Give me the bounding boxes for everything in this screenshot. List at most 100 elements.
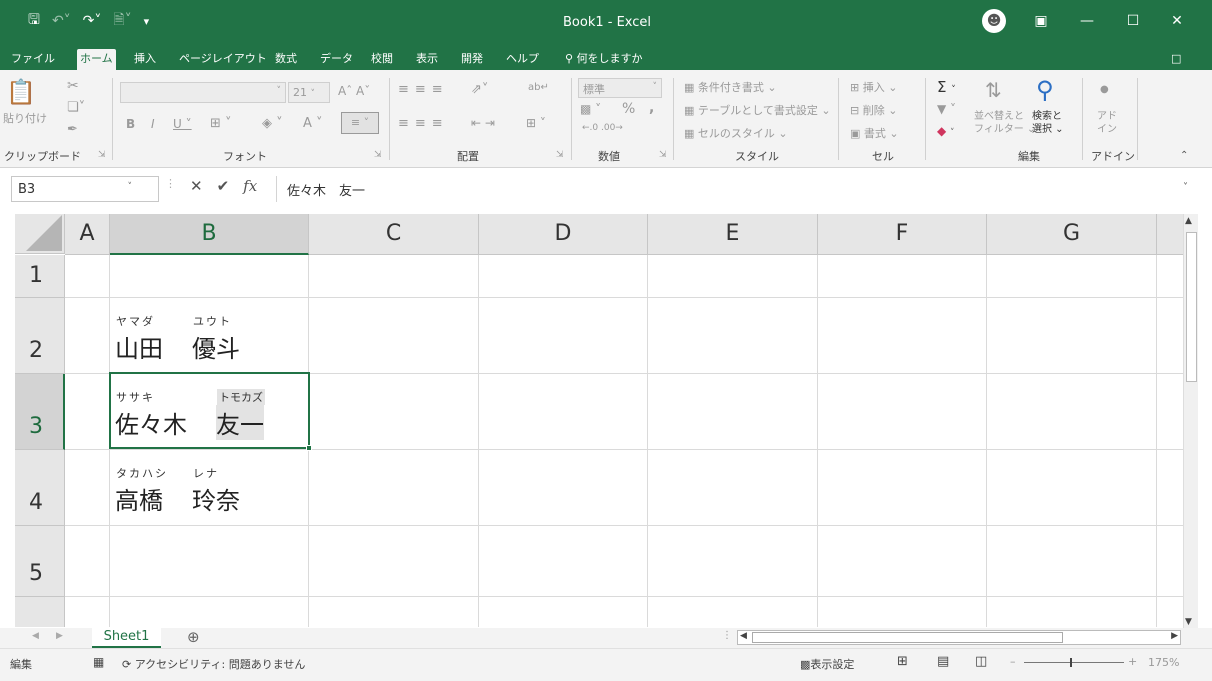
increase-font-icon[interactable]: Aˆ Aˇ [338,84,370,98]
number-format-combobox[interactable]: 標準 ˅ [578,78,662,98]
add-sheet-icon[interactable]: ⊕ [187,628,200,646]
phonetic-guide-icon[interactable]: ≡ ˅ [341,112,379,134]
font-launcher-icon[interactable]: ⇲ [374,150,382,160]
prev-sheet-icon[interactable]: ◀ [32,631,39,641]
cut-icon[interactable]: ✂ [67,78,79,94]
account-avatar-icon[interactable]: ☻ [982,9,1006,33]
font-color-icon[interactable]: A ˅ [303,116,323,131]
comments-icon[interactable]: □ [1168,49,1184,70]
tab-view[interactable]: 表示 [413,49,441,70]
wrap-text-icon[interactable]: ab↵ [528,82,549,93]
zoom-in-icon[interactable]: + [1128,655,1137,668]
underline-icon[interactable]: U ˅ [173,117,192,131]
page-layout-view-icon[interactable]: ▤ [937,654,949,669]
font-name-combobox[interactable]: ˅ [120,82,286,103]
tab-formulas[interactable]: 数式 [272,49,300,70]
tab-help[interactable]: ヘルプ [503,49,542,70]
tab-insert[interactable]: 挿入 [131,49,159,70]
insert-cells-button[interactable]: ⊞ 挿入 ⌄ [850,79,897,95]
clipboard-launcher-icon[interactable]: ⇲ [98,150,106,160]
row-header-3[interactable]: 3 [15,374,65,450]
page-break-view-icon[interactable]: ◫ [975,654,987,669]
indent-icons[interactable]: ⇤ ⇥ [471,116,495,130]
vertical-scroll-thumb[interactable] [1186,232,1197,382]
horizontal-scrollbar[interactable]: ◀ ▶ [737,630,1181,645]
paste-button[interactable]: 貼り付け [3,110,47,126]
insert-function-button[interactable]: fx [243,177,257,195]
addins-button[interactable]: アド イン [1097,110,1117,136]
worksheet-grid[interactable]: A B C D E F G 1 2 3 4 5 ヤマダ ユウト 山田 優斗 ササ… [15,214,1183,627]
vertical-scrollbar[interactable]: ▲ ▼ [1183,214,1198,628]
fill-handle[interactable] [306,445,312,451]
close-icon[interactable]: ✕ [1164,8,1190,34]
format-cells-button[interactable]: ▣ 書式 ⌄ [850,125,899,141]
display-settings-button[interactable]: ▩表示設定 [800,656,854,672]
column-header-h[interactable] [1157,214,1183,255]
find-select-button[interactable]: 検索と 選択 ⌄ [1032,110,1064,136]
tab-page-layout[interactable]: ページレイアウト [176,49,270,70]
column-header-c[interactable]: C [309,214,479,255]
row-header-6[interactable] [15,597,65,627]
collapse-ribbon-icon[interactable]: ⌃ [1180,150,1188,161]
column-header-b[interactable]: B [110,214,309,255]
sort-filter-button[interactable]: 並べ替えと フィルター ⌄ [974,110,1035,136]
zoom-slider-thumb[interactable] [1070,658,1072,667]
row-header-4[interactable]: 4 [15,450,65,526]
search-icon[interactable]: ⚲ [1036,76,1054,104]
minimize-icon[interactable]: — [1074,8,1100,34]
decimal-icons[interactable]: ←.0 .00→ [582,123,623,133]
select-all-button[interactable] [15,214,65,254]
column-header-f[interactable]: F [818,214,987,255]
borders-icon[interactable]: ⊞ ˅ [210,116,232,131]
sort-filter-icon[interactable]: ⇅ [985,78,1002,102]
percent-icon[interactable]: % [622,101,635,117]
font-size-combobox[interactable]: 21 ˅ [288,82,330,103]
horizontal-align-icons[interactable]: ≡≡≡ [398,116,449,131]
paste-icon[interactable]: 📋 [6,78,36,106]
number-launcher-icon[interactable]: ⇲ [659,150,667,160]
zoom-level[interactable]: 175% [1148,656,1179,669]
next-sheet-icon[interactable]: ▶ [56,631,63,641]
tab-review[interactable]: 校閲 [368,49,396,70]
zoom-slider[interactable] [1024,658,1124,667]
scroll-left-icon[interactable]: ◀ [740,631,747,641]
horizontal-scroll-thumb[interactable] [752,632,1063,643]
expand-formula-bar-icon[interactable]: ˅ [1183,182,1188,193]
fill-icon[interactable]: ▼ ˅ [937,102,956,116]
splitter-icon[interactable]: ⋮ [722,630,732,641]
scroll-right-icon[interactable]: ▶ [1171,631,1178,641]
cell-b4[interactable]: タカハシ レナ 高橋 玲奈 [110,450,309,526]
addin-icon[interactable]: ● [1100,84,1109,95]
cancel-icon[interactable]: ✕ [190,177,203,195]
orientation-icon[interactable]: ⇗˅ [471,82,488,97]
scroll-up-icon[interactable]: ▲ [1185,216,1192,226]
save-icon[interactable]: 🖫 [28,9,40,33]
maximize-icon[interactable]: ☐ [1120,8,1146,34]
accounting-format-icon[interactable]: ▩ ˅ [580,102,601,116]
row-header-5[interactable]: 5 [15,526,65,597]
formula-input[interactable]: 佐々木 友一 [276,176,1202,202]
tab-data[interactable]: データ [317,49,356,70]
tab-developer[interactable]: 開発 [458,49,486,70]
name-box[interactable]: B3 ˅ [11,176,159,202]
ribbon-display-options-icon[interactable]: ▣ [1028,8,1054,34]
row-header-2[interactable]: 2 [15,298,65,374]
vertical-align-icons[interactable]: ≡≡≡ [398,82,449,97]
alignment-launcher-icon[interactable]: ⇲ [556,150,564,160]
column-header-e[interactable]: E [648,214,818,255]
normal-view-icon[interactable]: ⊞ [897,654,908,669]
italic-icon[interactable]: I [151,117,155,131]
new-file-icon[interactable]: 🗎˅ [113,9,131,33]
conditional-format-button[interactable]: ▦ 条件付き書式 ⌄ [684,79,777,95]
tell-me-search[interactable]: ⚲ 何をしますか [562,49,646,70]
macro-record-icon[interactable]: ▦ [93,655,104,669]
format-painter-icon[interactable]: ✒ [67,122,78,137]
tab-home[interactable]: ホーム [77,49,116,70]
row-header-1[interactable]: 1 [15,255,65,298]
redo-icon[interactable]: ↷˅ [83,13,102,29]
format-as-table-button[interactable]: ▦ テーブルとして書式設定 ⌄ [684,102,831,118]
scroll-down-icon[interactable]: ▼ [1185,617,1192,627]
merge-center-icon[interactable]: ⊞ ˅ [526,116,546,130]
comma-style-icon[interactable]: , [649,100,654,116]
column-header-a[interactable]: A [65,214,110,255]
